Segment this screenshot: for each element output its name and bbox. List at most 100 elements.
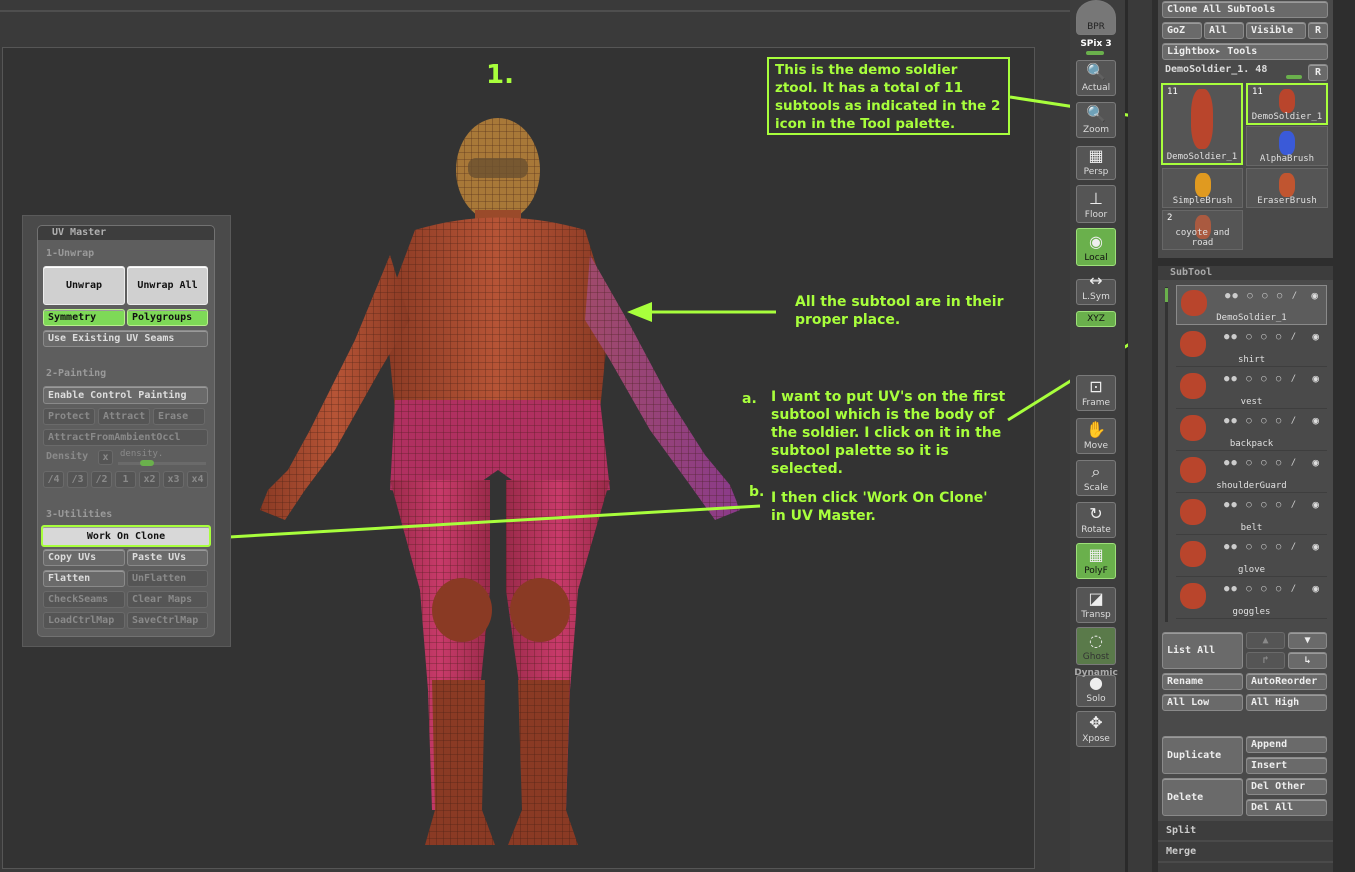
subtool-toggles[interactable]: ●● ○ ○ ○ /: [1224, 458, 1298, 468]
subtool-item[interactable]: ●● ○ ○ ○ / ◉ shirt: [1176, 327, 1327, 367]
tool-slider[interactable]: [1286, 75, 1302, 79]
shelf-xpose-button[interactable]: ✥ Xpose: [1076, 711, 1116, 747]
unwrap-all-button[interactable]: Unwrap All: [127, 266, 208, 305]
eye-icon[interactable]: ◉: [1312, 414, 1319, 427]
subtool-toggles[interactable]: ●● ○ ○ ○ /: [1224, 416, 1298, 426]
goz-visible-button[interactable]: Visible: [1246, 22, 1306, 39]
subtool-scrollbar[interactable]: [1165, 287, 1168, 622]
insert-button[interactable]: Insert: [1246, 757, 1327, 774]
density-slider-handle[interactable]: [140, 460, 154, 466]
duplicate-button[interactable]: Duplicate: [1162, 736, 1243, 774]
work-on-clone-button[interactable]: Work On Clone: [41, 525, 211, 547]
tool-thumb[interactable]: 11 DemoSoldier_1: [1161, 83, 1243, 165]
move-down-step-button[interactable]: ↳: [1288, 652, 1327, 669]
density-value-button[interactable]: /2: [91, 471, 112, 488]
all-high-button[interactable]: All High: [1246, 694, 1327, 711]
del-other-button[interactable]: Del Other: [1246, 778, 1327, 795]
subtool-scroll-thumb[interactable]: [1165, 288, 1168, 302]
copy-uvs-button[interactable]: Copy UVs: [43, 549, 125, 566]
subtool-item[interactable]: ●● ○ ○ ○ / ◉ goggles: [1176, 579, 1327, 619]
move-up-button[interactable]: ▲: [1246, 632, 1285, 649]
load-ctrl-map-button[interactable]: LoadCtrlMap: [43, 612, 125, 629]
subtool-item[interactable]: ●● ○ ○ ○ / ◉ vest: [1176, 369, 1327, 409]
paste-uvs-button[interactable]: Paste UVs: [127, 549, 208, 566]
subtool-item[interactable]: ●● ○ ○ ○ / ◉ DemoSoldier_1: [1176, 285, 1327, 325]
subtool-item[interactable]: ●● ○ ○ ○ / ◉ backpack: [1176, 411, 1327, 451]
goz-r-button[interactable]: R: [1308, 22, 1328, 39]
unwrap-button[interactable]: Unwrap: [43, 266, 125, 305]
uv-master-title[interactable]: UV Master: [38, 226, 214, 240]
spix-slider[interactable]: [1086, 51, 1104, 55]
tray-separator[interactable]: [1128, 0, 1152, 872]
eye-icon[interactable]: ◉: [1312, 372, 1319, 385]
density-value-button[interactable]: x3: [163, 471, 184, 488]
subtool-toggles[interactable]: ●● ○ ○ ○ /: [1224, 584, 1298, 594]
shelf-frame-button[interactable]: ⊡ Frame: [1076, 375, 1116, 411]
lightbox-tools-button[interactable]: Lightbox▸ Tools: [1162, 43, 1328, 60]
clear-maps-button[interactable]: Clear Maps: [127, 591, 208, 608]
split-subpalette[interactable]: Split: [1158, 821, 1333, 840]
shelf-move-button[interactable]: ✋ Move: [1076, 418, 1116, 454]
shelf-lsym-button[interactable]: ↔ L.Sym: [1076, 272, 1116, 305]
shelf-solo-button[interactable]: ● Solo: [1076, 674, 1116, 707]
remesh-subpalette[interactable]: [1158, 863, 1333, 872]
append-button[interactable]: Append: [1246, 736, 1327, 753]
enable-control-painting-toggle[interactable]: Enable Control Painting: [43, 386, 208, 404]
list-all-button[interactable]: List All: [1162, 632, 1243, 669]
shelf-xyz-button[interactable]: XYZ: [1076, 311, 1116, 327]
bpr-button[interactable]: BPR: [1076, 0, 1116, 35]
tool-thumb[interactable]: 11 DemoSoldier_1: [1246, 83, 1328, 125]
tool-thumb[interactable]: SimpleBrush: [1162, 168, 1243, 208]
move-up-step-button[interactable]: ↱: [1246, 652, 1285, 669]
shelf-ghost-button[interactable]: ◌ Ghost: [1076, 627, 1116, 665]
tool-r-button[interactable]: R: [1308, 64, 1328, 81]
density-value-button[interactable]: x2: [139, 471, 160, 488]
goz-all-button[interactable]: All: [1204, 22, 1244, 39]
use-existing-uv-seams-toggle[interactable]: Use Existing UV Seams: [43, 330, 208, 347]
density-value-button[interactable]: /4: [43, 471, 64, 488]
subtool-item[interactable]: ●● ○ ○ ○ / ◉ shoulderGuard: [1176, 453, 1327, 493]
eye-icon[interactable]: ◉: [1312, 498, 1319, 511]
delete-button[interactable]: Delete: [1162, 778, 1243, 816]
subtool-item[interactable]: ●● ○ ○ ○ / ◉ belt: [1176, 495, 1327, 535]
density-value-button[interactable]: /3: [67, 471, 88, 488]
density-x-button[interactable]: x: [98, 450, 113, 465]
shelf-rotate-button[interactable]: ↻ Rotate: [1076, 502, 1116, 538]
subtool-toggles[interactable]: ●● ○ ○ ○ /: [1224, 542, 1298, 552]
shelf-local-button[interactable]: ◉ Local: [1076, 228, 1116, 266]
symmetry-toggle[interactable]: Symmetry: [43, 309, 125, 326]
all-low-button[interactable]: All Low: [1162, 694, 1243, 711]
shelf-floor-button[interactable]: ⊥ Floor: [1076, 185, 1116, 223]
shelf-persp-button[interactable]: ▦ Persp: [1076, 146, 1116, 180]
eye-icon[interactable]: ◉: [1312, 456, 1319, 469]
eye-icon[interactable]: ◉: [1312, 582, 1319, 595]
tool-thumb[interactable]: 2 coyote and road: [1162, 210, 1243, 250]
save-ctrl-map-button[interactable]: SaveCtrlMap: [127, 612, 208, 629]
eye-icon[interactable]: ◉: [1312, 330, 1319, 343]
attract-from-ambient-occl-button[interactable]: AttractFromAmbientOccl: [43, 429, 208, 446]
protect-button[interactable]: Protect: [43, 408, 95, 425]
subtool-toggles[interactable]: ●● ○ ○ ○ /: [1225, 291, 1299, 301]
subtool-toggles[interactable]: ●● ○ ○ ○ /: [1224, 374, 1298, 384]
del-all-button[interactable]: Del All: [1246, 799, 1327, 816]
auto-reorder-button[interactable]: AutoReorder: [1246, 673, 1327, 690]
shelf-polyf-button[interactable]: ▦ PolyF: [1076, 543, 1116, 579]
shelf-transp-button[interactable]: ◪ Transp: [1076, 587, 1116, 623]
attract-button[interactable]: Attract: [98, 408, 150, 425]
subtool-title[interactable]: SubTool: [1158, 266, 1333, 280]
density-value-button[interactable]: x4: [187, 471, 208, 488]
shelf-actual-button[interactable]: 🔍 Actual: [1076, 60, 1116, 96]
eye-icon[interactable]: ◉: [1311, 289, 1318, 302]
unflatten-button[interactable]: UnFlatten: [127, 570, 208, 587]
polygroups-toggle[interactable]: Polygroups: [127, 309, 208, 326]
density-value-button[interactable]: 1: [115, 471, 136, 488]
goz-button[interactable]: GoZ: [1162, 22, 1202, 39]
density-slider[interactable]: [118, 462, 206, 465]
subtool-item[interactable]: ●● ○ ○ ○ / ◉ glove: [1176, 537, 1327, 577]
shelf-zoom-button[interactable]: 🔍 Zoom: [1076, 102, 1116, 138]
rename-button[interactable]: Rename: [1162, 673, 1243, 690]
subtool-toggles[interactable]: ●● ○ ○ ○ /: [1224, 332, 1298, 342]
check-seams-button[interactable]: CheckSeams: [43, 591, 125, 608]
tool-thumb[interactable]: AlphaBrush: [1246, 126, 1328, 166]
subtool-toggles[interactable]: ●● ○ ○ ○ /: [1224, 500, 1298, 510]
